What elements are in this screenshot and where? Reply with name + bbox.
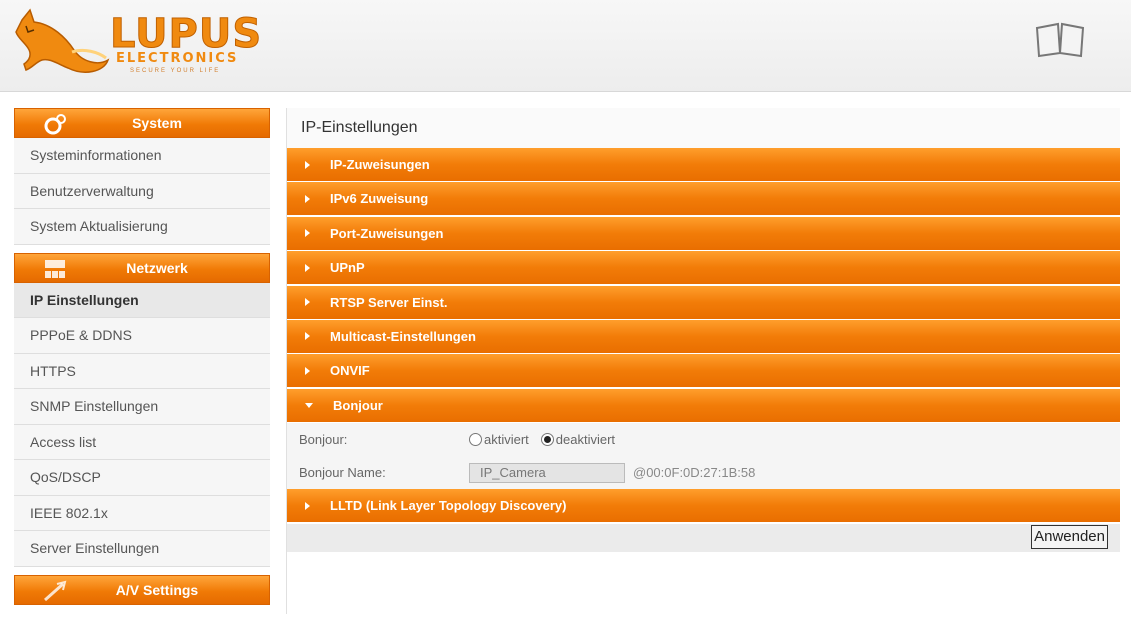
bonjour-radio-aktiviert[interactable]: aktiviert bbox=[469, 432, 529, 447]
sidebar-item-server-einstellungen[interactable]: Server Einstellungen bbox=[14, 531, 270, 567]
sidebar-item-https[interactable]: HTTPS bbox=[14, 353, 270, 389]
section-label: IPv6 Zuweisung bbox=[330, 191, 429, 207]
section-label: UPnP bbox=[330, 260, 365, 276]
triangle-right-icon bbox=[305, 366, 310, 375]
gear-icon bbox=[44, 114, 66, 135]
section-label: Multicast-Einstellungen bbox=[330, 328, 476, 344]
main-content: IP-Einstellungen IP-Zuweisungen IPv6 Zuw… bbox=[286, 108, 1120, 614]
section-ipv6-zuweisung[interactable]: IPv6 Zuweisung bbox=[287, 182, 1120, 216]
radio-label: deaktiviert bbox=[555, 432, 616, 448]
triangle-right-icon bbox=[305, 229, 310, 238]
sidebar-header-label: Netzwerk bbox=[126, 259, 188, 276]
header: LUPUS ELECTRONICS SECURE YOUR LIFE bbox=[0, 0, 1131, 92]
section-label: RTSP Server Einst. bbox=[330, 294, 448, 310]
sidebar-item-systeminformationen[interactable]: Systeminformationen bbox=[14, 138, 270, 174]
sidebar-item-system-aktualisierung[interactable]: System Aktualisierung bbox=[14, 209, 270, 245]
mac-address-suffix: @00:0F:0D:27:1B:58 bbox=[633, 465, 756, 481]
sidebar-item-snmp-einstellungen[interactable]: SNMP Einstellungen bbox=[14, 389, 270, 425]
av-wand-icon bbox=[44, 580, 67, 601]
bonjour-toggle-row: Bonjour: aktiviert deaktiviert bbox=[287, 423, 1120, 457]
bonjour-radio-deaktiviert[interactable]: deaktiviert bbox=[540, 432, 616, 448]
section-port-zuweisungen[interactable]: Port-Zuweisungen bbox=[287, 216, 1120, 250]
triangle-right-icon bbox=[305, 332, 310, 341]
section-label: ONVIF bbox=[330, 363, 370, 379]
bonjour-name-row: Bonjour Name: @00:0F:0D:27:1B:58 bbox=[287, 456, 1120, 490]
network-icon bbox=[45, 259, 65, 278]
section-bonjour[interactable]: Bonjour bbox=[287, 388, 1120, 422]
bonjour-name-label: Bonjour Name: bbox=[299, 465, 386, 481]
fox-icon bbox=[15, 8, 110, 73]
sidebar-item-benutzerverwaltung[interactable]: Benutzerverwaltung bbox=[14, 173, 270, 209]
sidebar-item-ip-einstellungen[interactable]: IP Einstellungen bbox=[14, 282, 270, 318]
section-onvif[interactable]: ONVIF bbox=[287, 354, 1120, 388]
bonjour-name-input[interactable] bbox=[469, 462, 625, 483]
page-title: IP-Einstellungen bbox=[287, 108, 1120, 148]
section-upnp[interactable]: UPnP bbox=[287, 251, 1120, 285]
triangle-right-icon bbox=[305, 160, 310, 169]
sidebar: System Systeminformationen Benutzerverwa… bbox=[14, 108, 270, 605]
radio-dot-selected[interactable] bbox=[540, 433, 554, 447]
apply-bar: Anwenden bbox=[287, 523, 1120, 552]
bonjour-label: Bonjour: bbox=[299, 432, 348, 448]
triangle-down-icon bbox=[305, 402, 313, 408]
section-ip-zuweisungen[interactable]: IP-Zuweisungen bbox=[287, 148, 1120, 181]
section-rtsp-server[interactable]: RTSP Server Einst. bbox=[287, 285, 1120, 319]
section-label: LLTD (Link Layer Topology Discovery) bbox=[330, 498, 567, 514]
sidebar-item-ieee-8021x[interactable]: IEEE 802.1x bbox=[14, 495, 270, 531]
logo-wordmark: LUPUS bbox=[109, 11, 263, 57]
sidebar-item-access-list[interactable]: Access list bbox=[14, 424, 270, 460]
section-multicast[interactable]: Multicast-Einstellungen bbox=[287, 319, 1120, 353]
triangle-right-icon bbox=[305, 263, 310, 272]
radio-dot[interactable] bbox=[469, 433, 482, 447]
sidebar-header-netzwerk[interactable]: Netzwerk bbox=[14, 252, 270, 283]
manual-book-icon[interactable] bbox=[1034, 22, 1086, 58]
triangle-right-icon bbox=[305, 501, 310, 510]
apply-button[interactable]: Anwenden bbox=[1031, 524, 1108, 549]
section-label: Port-Zuweisungen bbox=[330, 225, 444, 241]
sidebar-header-av-settings[interactable]: A/V Settings bbox=[14, 574, 270, 605]
section-label: Bonjour bbox=[333, 397, 383, 413]
triangle-right-icon bbox=[305, 298, 310, 307]
section-lltd[interactable]: LLTD (Link Layer Topology Discovery) bbox=[287, 489, 1120, 523]
lupus-logo[interactable]: LUPUS ELECTRONICS SECURE YOUR LIFE bbox=[12, 8, 272, 78]
sidebar-header-label: System bbox=[132, 115, 182, 131]
sidebar-header-label: A/V Settings bbox=[115, 581, 199, 598]
section-label: IP-Zuweisungen bbox=[330, 157, 430, 172]
sidebar-header-system[interactable]: System bbox=[14, 108, 270, 138]
logo-subtitle: ELECTRONICS bbox=[116, 51, 239, 66]
sidebar-item-pppoe-ddns[interactable]: PPPoE & DDNS bbox=[14, 318, 270, 354]
logo-tagline: SECURE YOUR LIFE bbox=[130, 68, 221, 74]
radio-label: aktiviert bbox=[484, 432, 529, 448]
sidebar-item-qos-dscp[interactable]: QoS/DSCP bbox=[14, 460, 270, 496]
triangle-right-icon bbox=[305, 194, 310, 203]
